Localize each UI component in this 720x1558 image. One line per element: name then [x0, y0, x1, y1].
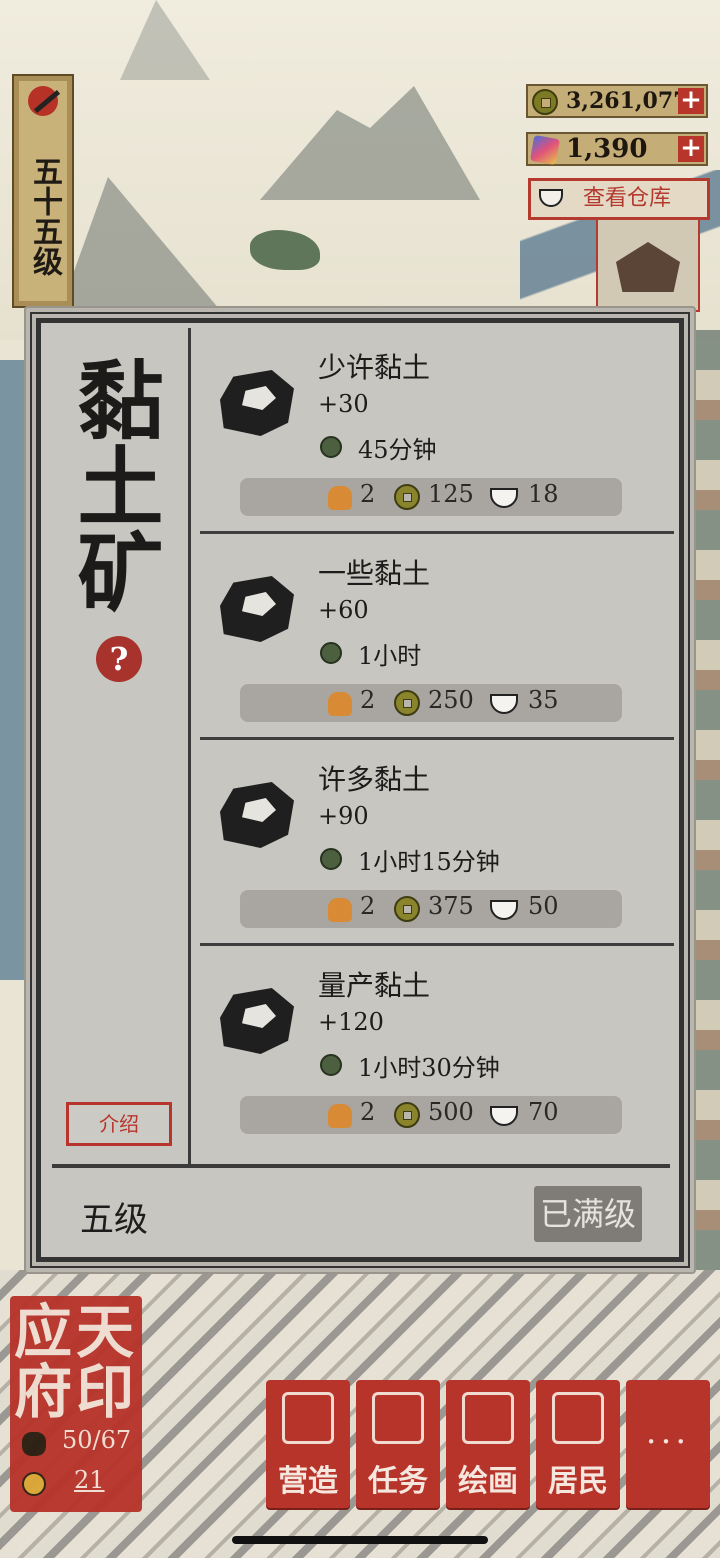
recipe-cost-bar: 2 250 35	[240, 684, 622, 722]
more-dots-icon: ···	[645, 1422, 691, 1462]
clock-icon	[320, 642, 342, 664]
cost-workers: 2	[360, 1098, 376, 1126]
recipe-name: 少许黏土	[318, 351, 431, 384]
cost-coins: 500	[428, 1098, 474, 1126]
recipe-name: 量产黏土	[318, 969, 431, 1002]
copper-coin-icon	[394, 690, 420, 716]
view-warehouse-label: 查看仓库	[583, 186, 672, 211]
food-bowl-icon	[490, 694, 518, 714]
recipe-cost-bar: 2 375 50	[240, 890, 622, 928]
copper-coin-icon	[394, 1102, 420, 1128]
copper-coin-icon	[394, 896, 420, 922]
building-level: 五级	[80, 1200, 148, 1240]
cost-food: 35	[528, 686, 559, 714]
pavilion-icon	[282, 1392, 334, 1444]
home-indicator[interactable]	[232, 1536, 488, 1544]
copper-coin-icon	[394, 484, 420, 510]
food-bowl-icon	[490, 1106, 518, 1126]
recipe-item[interactable]: 量产黏土 +120 1小时30分钟 2 500 70	[200, 946, 678, 1152]
add-coins-button[interactable]: +	[678, 87, 704, 114]
recipe-amount: +30	[318, 390, 369, 418]
worker-icon	[328, 486, 352, 510]
player-level-text: 五十五级	[27, 156, 62, 276]
recipe-amount: +90	[318, 802, 369, 830]
view-warehouse-button[interactable]: 查看仓库	[528, 178, 710, 220]
jade-counter: 1,390 +	[526, 132, 708, 166]
max-level-button[interactable]: 已满级	[534, 1186, 642, 1242]
worker-icon	[328, 898, 352, 922]
recipe-name: 许多黏土	[318, 763, 431, 796]
help-button[interactable]: ?	[96, 636, 142, 682]
coins-value: 3,261,077	[566, 88, 689, 114]
clay-icon	[220, 370, 294, 436]
copper-coin-icon	[532, 89, 558, 115]
clock-icon	[320, 848, 342, 870]
jade-gem-icon	[529, 134, 561, 166]
clock-icon	[320, 1054, 342, 1076]
recipe-name: 一些黏土	[318, 557, 431, 590]
cost-coins: 375	[428, 892, 474, 920]
population-value: 50/67	[62, 1426, 132, 1454]
population-icon	[22, 1432, 46, 1456]
cost-food: 50	[528, 892, 559, 920]
cost-food: 70	[528, 1098, 559, 1126]
cost-workers: 2	[360, 686, 376, 714]
jade-value: 1,390	[566, 134, 648, 164]
cost-coins: 125	[428, 480, 474, 508]
building-name: 黏土矿	[62, 356, 163, 614]
player-level-badge[interactable]: 五十五级	[12, 74, 74, 308]
clay-icon	[220, 988, 294, 1054]
building-info-panel: 黏土矿 ? 介绍 少许黏土 +30 45分钟 2 125 18 一些黏土 +60…	[24, 306, 696, 1274]
food-bowl-icon	[490, 488, 518, 508]
resident-portrait-icon	[552, 1392, 604, 1444]
brush-icon	[28, 86, 58, 116]
intro-button[interactable]: 介绍	[66, 1102, 172, 1146]
cost-workers: 2	[360, 892, 376, 920]
recipe-time: 45分钟	[358, 436, 437, 464]
recipe-item[interactable]: 许多黏土 +90 1小时15分钟 2 375 50	[200, 740, 678, 946]
nav-more-button[interactable]: ···	[626, 1380, 710, 1508]
recipe-cost-bar: 2 500 70	[240, 1096, 622, 1134]
worker-icon	[328, 1104, 352, 1128]
recipe-cost-bar: 2 125 18	[240, 478, 622, 516]
prefecture-card[interactable]: 天 印 应 府 50/67 21	[10, 1296, 142, 1512]
recipe-time: 1小时30分钟	[358, 1054, 500, 1082]
cost-workers: 2	[360, 480, 376, 508]
recipe-time: 1小时15分钟	[358, 848, 500, 876]
clock-icon	[320, 436, 342, 458]
clay-icon	[220, 782, 294, 848]
building-thumbnail[interactable]	[596, 220, 700, 312]
food-bowl-icon	[490, 900, 518, 920]
nav-tasks-button[interactable]: 任务	[356, 1380, 440, 1508]
cost-food: 18	[528, 480, 559, 508]
coins-counter: 3,261,077 +	[526, 84, 708, 118]
recipe-time: 1小时	[358, 642, 422, 670]
worker-icon	[328, 692, 352, 716]
recipe-item[interactable]: 少许黏土 +30 45分钟 2 125 18	[200, 328, 678, 534]
recipe-amount: +120	[318, 1008, 384, 1036]
recipe-amount: +60	[318, 596, 369, 624]
add-jade-button[interactable]: +	[678, 135, 704, 162]
happiness-value: 21	[74, 1466, 105, 1494]
nav-residents-button[interactable]: 居民	[536, 1380, 620, 1508]
happiness-icon	[22, 1472, 46, 1496]
clay-icon	[220, 576, 294, 642]
cost-coins: 250	[428, 686, 474, 714]
task-book-icon	[372, 1392, 424, 1444]
prefecture-seal: 天 印 应 府	[14, 1298, 135, 1426]
nav-build-button[interactable]: 营造	[266, 1380, 350, 1508]
recipe-item[interactable]: 一些黏土 +60 1小时 2 250 35	[200, 534, 678, 740]
bowl-icon	[539, 189, 563, 207]
scroll-icon	[462, 1392, 514, 1444]
nav-painting-button[interactable]: 绘画	[446, 1380, 530, 1508]
